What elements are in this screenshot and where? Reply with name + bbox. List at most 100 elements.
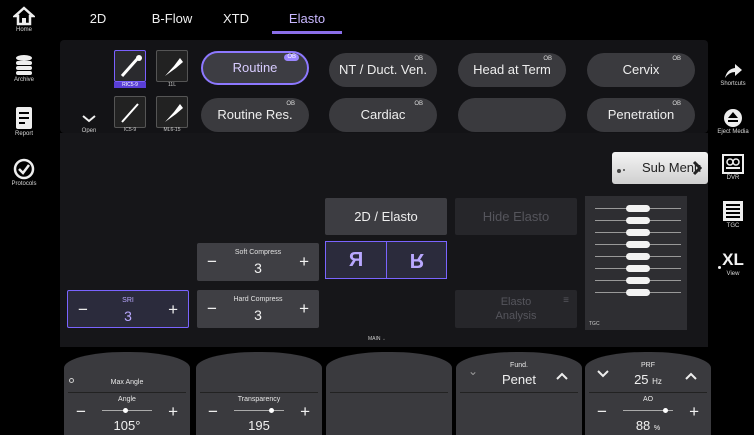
soft-compress-stepper[interactable]: − Soft Compress 3 + <box>197 243 319 281</box>
probe-11l[interactable] <box>156 50 188 82</box>
tab-b-flow[interactable]: B-Flow <box>144 10 200 34</box>
hide-elasto-button[interactable]: Hide Elasto <box>455 198 577 235</box>
view-label: View <box>726 271 740 277</box>
knob-fund-penet[interactable]: ⌄ Fund. Penet <box>456 352 582 435</box>
chevron-down-icon: ⌄ <box>381 336 387 342</box>
probe-icon <box>165 58 183 76</box>
ob-badge: OB <box>284 54 299 61</box>
ob-badge: OB <box>414 56 423 62</box>
preset-empty <box>458 98 566 132</box>
preset-label: Cardiac <box>360 107 406 122</box>
plus-icon[interactable]: + <box>299 299 309 319</box>
preset-label: Routine Res. <box>217 107 293 122</box>
ob-badge: OB <box>672 101 681 107</box>
probe-label-ric5-9: RIC5-9 <box>114 82 146 88</box>
direction-toggle: Я R <box>325 241 447 279</box>
dvr-button[interactable]: DVR <box>712 154 754 181</box>
tgc-slider-handle[interactable] <box>626 241 650 248</box>
knob-indicator <box>663 408 668 413</box>
2d-elasto-button[interactable]: 2D / Elasto <box>325 198 447 235</box>
tgc-icon <box>723 201 743 221</box>
open-toggle[interactable]: Open <box>78 110 100 134</box>
tgc-slider-handle[interactable] <box>626 253 650 260</box>
preset-label: Routine <box>232 60 278 75</box>
probe-ric5-9[interactable] <box>114 50 146 82</box>
knob-transparency[interactable]: Transparency − + 195 <box>196 352 322 435</box>
shortcuts-button[interactable]: Shortcuts <box>712 62 754 87</box>
direction-right-glyph: R <box>409 249 425 271</box>
sri-stepper[interactable]: − SRI 3 + <box>67 290 189 328</box>
probe-ic5-9[interactable] <box>114 96 146 128</box>
settings-dot-icon <box>617 169 625 173</box>
view-button[interactable]: XL View <box>712 250 754 277</box>
elasto-analysis-button[interactable]: Elasto Analysis ≡ <box>455 290 577 328</box>
ob-badge: OB <box>672 56 681 62</box>
preset-label: Cervix <box>622 62 660 77</box>
knob-prf-ao[interactable]: PRF 25 Hz AO − + 88 % <box>585 352 711 435</box>
knob-value: 195 <box>248 418 270 433</box>
chevron-up-icon[interactable] <box>556 372 568 380</box>
preset-cervix[interactable]: Cervix OB <box>587 53 695 87</box>
report-icon <box>16 107 32 129</box>
direction-left-button[interactable]: Я <box>326 242 386 278</box>
preset-routine-res[interactable]: Routine Res. OB <box>201 98 309 132</box>
ob-badge: OB <box>414 101 423 107</box>
tgc-slider-handle[interactable] <box>626 277 650 284</box>
tab-xtd[interactable]: XTD <box>216 10 256 34</box>
knob-divider <box>589 392 707 393</box>
shortcuts-icon <box>725 64 742 78</box>
probe-ml6-15[interactable] <box>156 96 188 128</box>
view-pointer-dot <box>718 266 721 269</box>
tab-2d[interactable]: 2D <box>84 10 112 34</box>
eject-media-button[interactable]: Eject Media <box>712 108 754 135</box>
sub-menu-button[interactable]: Sub Menu <box>612 152 708 184</box>
tgc-slider-handle[interactable] <box>626 265 650 272</box>
probe-icon <box>121 103 139 123</box>
shortcuts-label: Shortcuts <box>720 81 746 87</box>
probe-icon <box>165 104 183 122</box>
tgc-slider-handle[interactable] <box>626 289 650 296</box>
plus-icon[interactable]: + <box>299 252 309 272</box>
tgc-slider-handle[interactable] <box>626 217 650 224</box>
report-label: Report <box>14 131 33 137</box>
home-button[interactable]: Home <box>0 6 48 33</box>
preset-penetration[interactable]: Penetration OB <box>587 98 695 132</box>
chevron-right-icon <box>692 160 702 176</box>
prf-unit: Hz <box>652 377 662 386</box>
preset-cardiac[interactable]: Cardiac OB <box>329 98 437 132</box>
tgc-panel-label: TGC <box>589 321 600 327</box>
preset-routine[interactable]: Routine OB <box>201 51 309 85</box>
direction-right-button[interactable]: R <box>387 242 447 278</box>
knob-title: Max Angle <box>110 379 144 386</box>
knob-title: PRF <box>641 362 655 369</box>
hard-compress-stepper[interactable]: − Hard Compress 3 + <box>197 290 319 328</box>
knob-value: 105° <box>113 418 141 433</box>
chevron-up-icon[interactable] <box>685 372 697 380</box>
main-label: MAIN ⌄ <box>368 336 386 342</box>
preset-nt-duct-ven[interactable]: NT / Duct. Ven. OB <box>329 53 437 87</box>
protocols-icon <box>13 158 35 180</box>
preset-label: NT / Duct. Ven. <box>339 62 427 77</box>
left-sidebar: Home Archive Report Protocols <box>0 0 48 435</box>
knob-max-angle[interactable]: Max Angle Angle − + 105° <box>64 352 190 435</box>
main-label-text: MAIN <box>368 336 381 342</box>
knob-divider <box>68 392 186 393</box>
elasto-analysis-label: Elasto Analysis <box>495 296 537 322</box>
protocols-label: Protocols <box>11 181 37 187</box>
archive-button[interactable]: Archive <box>0 54 48 83</box>
tgc-slider-handle[interactable] <box>626 229 650 236</box>
tgc-slider-handle[interactable] <box>626 205 650 212</box>
plus-icon[interactable]: + <box>168 300 178 320</box>
tgc-button[interactable]: TGC <box>712 200 754 229</box>
report-button[interactable]: Report <box>0 106 48 137</box>
preset-label: Head at Term <box>473 62 551 77</box>
protocols-button[interactable]: Protocols <box>0 158 48 187</box>
tab-elasto[interactable]: Elasto <box>272 10 342 34</box>
knob-divider <box>200 392 318 393</box>
preset-head-at-term[interactable]: Head at Term OB <box>458 53 566 87</box>
ao-value: 88 <box>635 418 651 433</box>
knob-value: 88 % <box>585 418 711 433</box>
ob-badge: OB <box>543 56 552 62</box>
ao-unit: % <box>653 425 661 432</box>
prf-value: 25 <box>634 372 649 387</box>
